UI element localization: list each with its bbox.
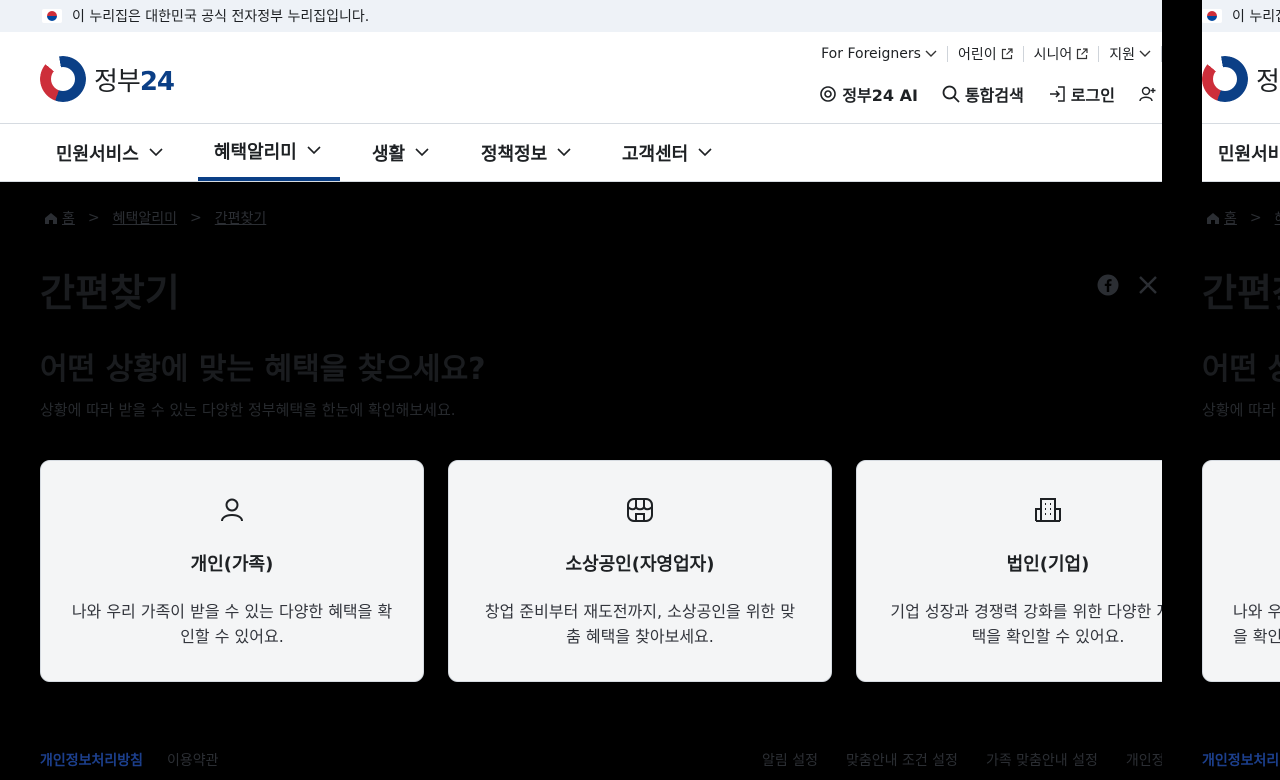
person-icon — [221, 498, 243, 522]
facebook-icon[interactable] — [1097, 274, 1119, 296]
breadcrumb-benefits[interactable]: 혜택알리미 — [113, 208, 177, 228]
chevron-down-icon — [415, 148, 429, 157]
share-buttons — [1097, 274, 1158, 296]
store-icon — [627, 498, 653, 522]
section-headline: 어떤 상황에 맞는 혜택을 찾으세요? — [40, 352, 486, 387]
logo-num: 24 — [139, 66, 175, 97]
section-subline: 상황에 따라 받을 수 있는 다양한 정부혜택을 한눈에 확인해보세요. — [40, 401, 456, 419]
home-icon — [45, 212, 57, 224]
chevron-down-icon — [925, 50, 937, 57]
main-nav: 민원서비스 — [1202, 124, 1280, 182]
breadcrumb-benefits[interactable]: 혜택알리미 — [1275, 208, 1280, 228]
chevron-down-icon — [557, 148, 571, 157]
card-small-business[interactable]: 소상공인(자영업자) 창업 준비부터 재도전까지, 소상공인을 위한 맞춤 혜택… — [448, 460, 832, 682]
search-button[interactable]: 통합검색 — [942, 82, 1024, 106]
chevron-down-icon — [698, 148, 712, 157]
breadcrumb-quick-search[interactable]: 간편찾기 — [215, 208, 267, 228]
main-nav: 민원서비스 혜택알리미 생활 정책정보 고객센터 — [0, 124, 1162, 182]
home-icon — [1207, 212, 1219, 224]
card-title: 소상공인(자영업자) — [565, 554, 715, 575]
ai-flower-icon — [820, 86, 837, 102]
page-title: 간편찾기 — [1202, 271, 1280, 315]
nav-item-customer-center[interactable]: 고객센터 — [622, 124, 712, 181]
site-logo[interactable]: 정부24 — [40, 56, 175, 102]
section-subline: 상황에 따라 받을 수 있는 다양한 정부혜택을 한눈에 확인해보세요. — [1202, 401, 1280, 419]
personal-info-link[interactable]: 개인정보 — [1126, 750, 1162, 770]
notification-settings-link[interactable]: 알림 설정 — [762, 750, 818, 770]
chevron-down-icon — [307, 146, 321, 155]
card-description: 나와 우리 가족이 받을 수 있는 다양한 혜택을 확인할 수 있어요. — [1233, 602, 1280, 646]
card-individual[interactable]: 나와 우리 가족이 받을 수 있는 다양한 혜택을 확인할 수 있어요. — [1202, 460, 1280, 682]
user-add-icon — [1139, 86, 1156, 102]
privacy-policy-link[interactable]: 개인정보처리방침 — [1202, 750, 1280, 770]
nav-item-civil-service[interactable]: 민원서비스 — [1218, 124, 1280, 181]
page-title: 간편찾기 — [40, 271, 180, 315]
chevron-down-icon — [1139, 50, 1151, 57]
korea-flag-icon — [42, 9, 62, 23]
custom-guide-settings-link[interactable]: 맞춤안내 조건 설정 — [846, 750, 958, 770]
card-description: 창업 준비부터 재도전까지, 소상공인을 위한 맞춤 혜택을 찾아보세요. — [484, 602, 796, 646]
gov-banner: 이 누리집은 대한민국 공식 전자정부 누리집입니다. — [1202, 0, 1280, 32]
x-twitter-icon[interactable] — [1138, 275, 1158, 295]
card-description: 나와 우리 가족이 받을 수 있는 다양한 혜택을 확인할 수 있어요. — [71, 602, 393, 646]
utility-kids[interactable]: 어린이 — [948, 46, 1024, 63]
duplicate-viewport-edge: 이 누리집은 대한민국 공식 전자정부 누리집입니다. 정부24 민원서비스 홈… — [1202, 0, 1280, 780]
nav-item-civil-service[interactable]: 민원서비스 — [56, 124, 163, 181]
card-description: 기업 성장과 경쟁력 강화를 위한 다양한 지원 혜택을 확인할 수 있어요. — [890, 602, 1162, 646]
header-actions: 정부24 AI 통합검색 로그인 — [795, 82, 1162, 106]
gov-emblem-icon — [1202, 56, 1248, 102]
signup-button[interactable] — [1139, 85, 1162, 103]
ai-button[interactable]: 정부24 AI — [819, 82, 918, 106]
utility-senior[interactable]: 시니어 — [1024, 46, 1100, 63]
nav-item-benefits[interactable]: 혜택알리미 — [198, 124, 340, 181]
footer-links: 개인정보처리방침 이용약관 알림 설정 맞춤안내 조건 설정 가족 맞춤안내 설… — [40, 750, 1162, 770]
footer-settings: 알림 설정 맞춤안내 조건 설정 가족 맞춤안내 설정 개인정보 — [762, 750, 1162, 770]
privacy-policy-link[interactable]: 개인정보처리방침 — [40, 750, 143, 770]
nav-item-life[interactable]: 생활 — [372, 124, 429, 181]
site-header: 정부24 For Foreigners 어린이 시니어 지원 정부24 AI 통… — [0, 32, 1162, 124]
gov-emblem-icon — [40, 56, 86, 102]
site-logo[interactable]: 정부24 — [1202, 56, 1280, 102]
breadcrumb: 홈 > 혜택알리미 > 간편찾기 — [44, 208, 266, 228]
utility-foreigners[interactable]: For Foreigners — [811, 46, 948, 62]
nav-item-policy[interactable]: 정책정보 — [481, 124, 571, 181]
breadcrumb: 홈 > 혜택알리미 — [1206, 208, 1280, 228]
building-icon — [1035, 498, 1061, 522]
breadcrumb-home[interactable]: 홈 — [62, 208, 75, 228]
external-link-icon — [1001, 48, 1013, 60]
card-corporate[interactable]: 법인(기업) 기업 성장과 경쟁력 강화를 위한 다양한 지원 혜택을 확인할 … — [856, 460, 1162, 682]
gov-banner-text: 이 누리집은 대한민국 공식 전자정부 누리집입니다. — [72, 9, 370, 25]
breadcrumb-home[interactable]: 홈 — [1224, 208, 1237, 228]
site-header: 정부24 — [1202, 32, 1280, 124]
card-title: 법인(기업) — [1006, 554, 1090, 575]
search-icon — [942, 85, 960, 103]
utility-menu: For Foreigners 어린이 시니어 지원 — [811, 46, 1162, 63]
external-link-icon — [1077, 48, 1088, 60]
gov-banner: 이 누리집은 대한민국 공식 전자정부 누리집입니다. — [0, 0, 1162, 32]
main-viewport: 이 누리집은 대한민국 공식 전자정부 누리집입니다. 정부24 For For… — [0, 0, 1162, 780]
section-headline: 어떤 상황에 맞는 혜택을 찾으세요? — [1202, 352, 1280, 387]
chevron-down-icon — [149, 148, 163, 157]
utility-support[interactable]: 지원 — [1099, 46, 1162, 63]
gov-banner-text: 이 누리집은 대한민국 공식 전자정부 누리집입니다. — [1232, 9, 1280, 25]
family-guide-settings-link[interactable]: 가족 맞춤안내 설정 — [986, 750, 1098, 770]
login-icon — [1049, 86, 1065, 102]
logo-name: 정부 — [94, 66, 141, 97]
korea-flag-icon — [1202, 9, 1222, 23]
card-individual[interactable]: 개인(가족) 나와 우리 가족이 받을 수 있는 다양한 혜택을 확인할 수 있… — [40, 460, 424, 682]
footer-links: 개인정보처리방침 — [1202, 750, 1280, 770]
terms-link[interactable]: 이용약관 — [167, 750, 219, 770]
login-button[interactable]: 로그인 — [1048, 82, 1115, 106]
card-title: 개인(가족) — [190, 554, 274, 575]
logo-name: 정부 — [1256, 66, 1280, 97]
